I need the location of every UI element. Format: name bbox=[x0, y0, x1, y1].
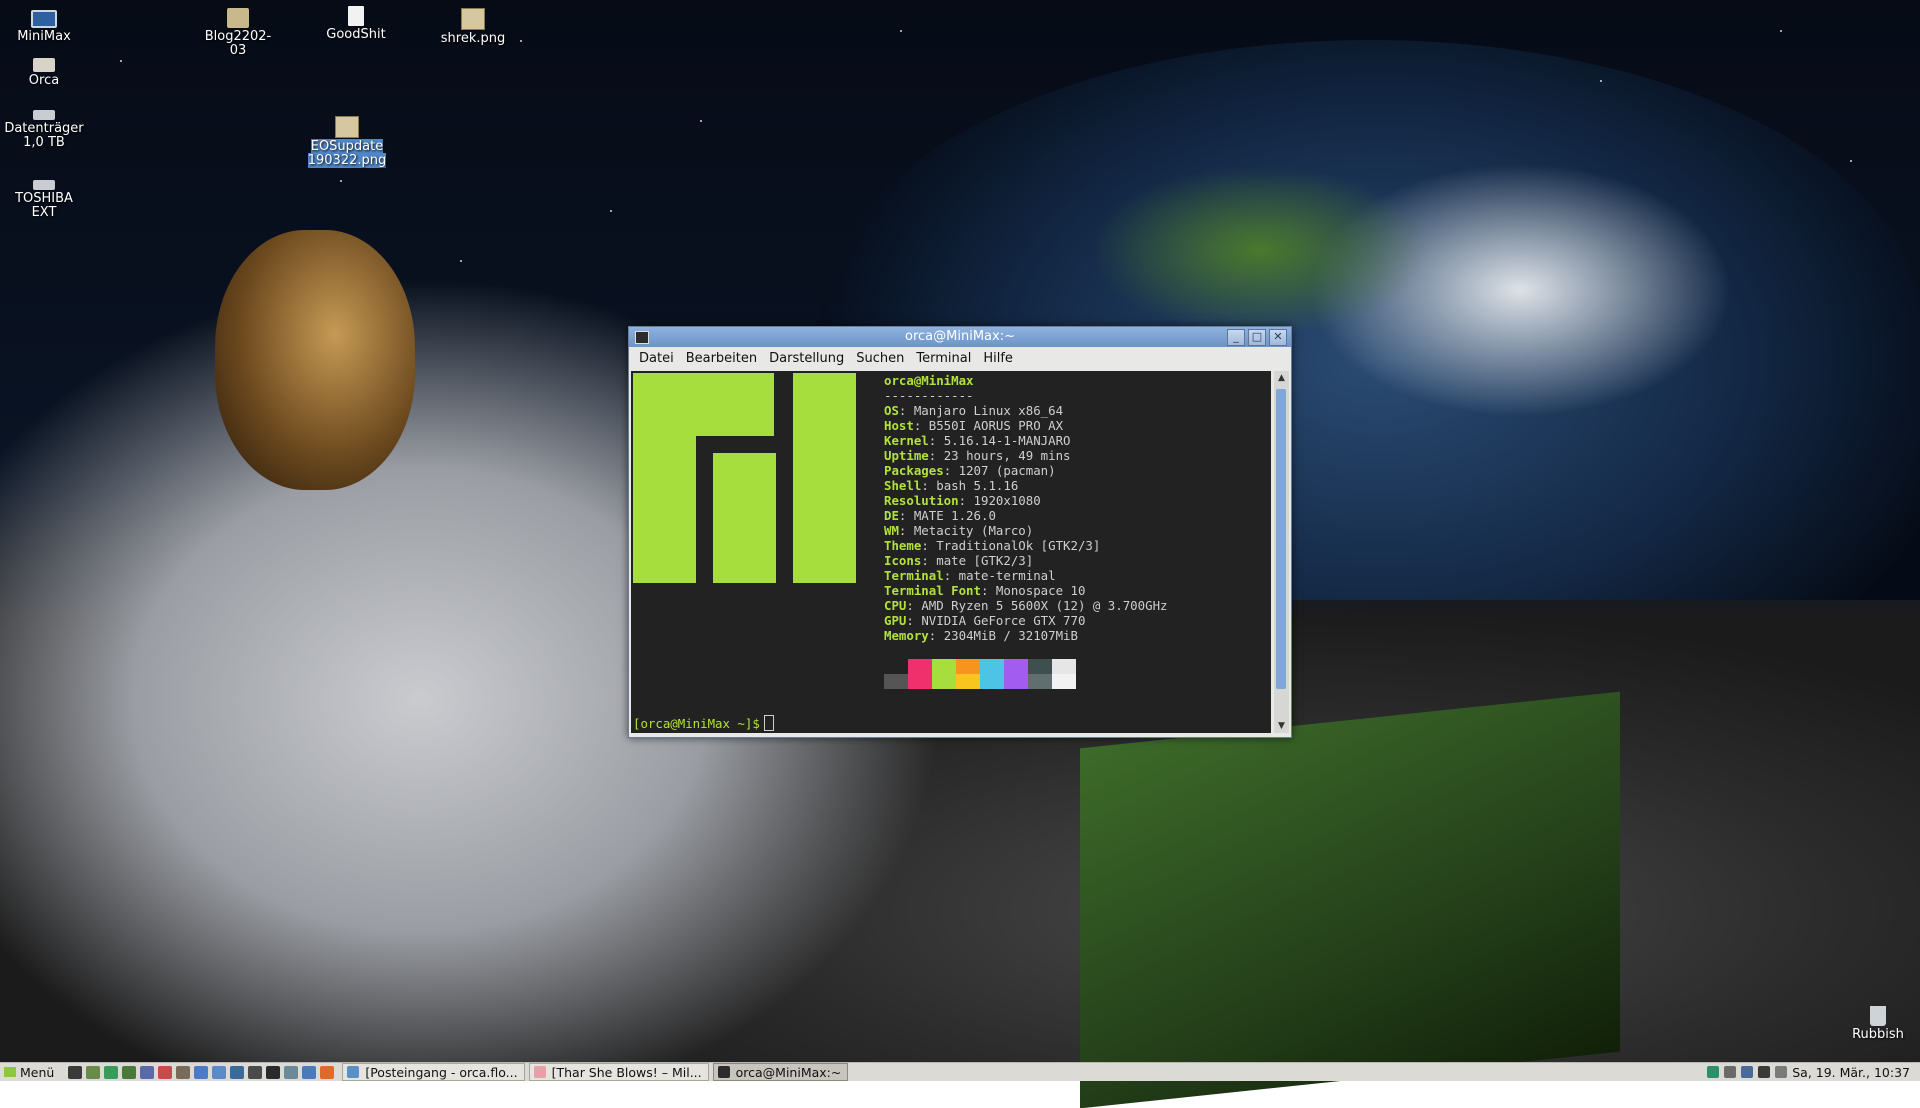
browser-icon[interactable] bbox=[104, 1065, 119, 1079]
mail-icon[interactable] bbox=[158, 1065, 173, 1079]
settings-icon[interactable] bbox=[140, 1065, 155, 1079]
color-swatch bbox=[932, 674, 956, 689]
folder-icon bbox=[227, 8, 249, 28]
scroll-down-arrow-icon[interactable]: ▼ bbox=[1274, 719, 1289, 733]
color-swatch bbox=[932, 659, 956, 674]
firefox-icon[interactable] bbox=[320, 1065, 335, 1079]
terminal-icon[interactable] bbox=[68, 1065, 83, 1079]
computer-icon bbox=[31, 10, 57, 28]
terminal-scrollbar[interactable]: ▲ ▼ bbox=[1274, 371, 1289, 733]
maximize-button[interactable]: □ bbox=[1248, 329, 1266, 346]
drive-icon bbox=[33, 180, 55, 190]
home-folder-icon bbox=[33, 58, 55, 72]
clock[interactable]: Sa, 19. Mär., 10:37 bbox=[1792, 1065, 1910, 1080]
color-swatch bbox=[980, 659, 1004, 674]
color-swatch bbox=[1052, 674, 1076, 689]
bottom-panel: Menü [Posteingang - orca.flo... [Thar Sh… bbox=[0, 1062, 1920, 1081]
clipboard-icon[interactable] bbox=[1775, 1066, 1788, 1078]
color-swatch bbox=[884, 674, 908, 689]
terminal-app-icon[interactable] bbox=[635, 331, 649, 344]
color-swatch bbox=[1004, 674, 1028, 689]
color-swatch bbox=[908, 674, 932, 689]
desktop-icon-datentraeger[interactable]: Datenträger 1,0 TB bbox=[4, 104, 84, 150]
desktop-icon-goodshit[interactable]: GoodShit bbox=[316, 6, 396, 42]
task-mail-label: [Posteingang - orca.flo... bbox=[365, 1064, 518, 1080]
system-tray: Sa, 19. Mär., 10:37 bbox=[1707, 1063, 1910, 1081]
terminal-output[interactable]: orca@MiniMax ------------ OS: Manjaro Li… bbox=[631, 371, 1271, 733]
separator-line: ------------ bbox=[884, 388, 974, 403]
task-terminal[interactable]: orca@MiniMax:~ bbox=[712, 1063, 849, 1081]
minimize-button[interactable]: _ bbox=[1227, 329, 1245, 346]
task-browser[interactable]: [Thar She Blows! – Mil... bbox=[528, 1063, 709, 1081]
calculator-icon[interactable] bbox=[122, 1065, 137, 1079]
screenshot-icon[interactable] bbox=[284, 1065, 299, 1079]
quick-launchers bbox=[60, 1065, 342, 1079]
manjaro-logo bbox=[633, 373, 861, 583]
archive-icon[interactable] bbox=[176, 1065, 191, 1079]
astronaut-helmet bbox=[215, 230, 415, 490]
task-mail[interactable]: [Posteingang - orca.flo... bbox=[342, 1063, 525, 1081]
window-titlebar[interactable]: orca@MiniMax:~ _ □ ✕ bbox=[629, 327, 1291, 347]
color-swatch bbox=[884, 659, 908, 674]
shell-prompt[interactable]: [orca@MiniMax ~]$ bbox=[633, 715, 774, 731]
steam-icon[interactable] bbox=[266, 1065, 281, 1079]
text-cursor bbox=[763, 715, 774, 731]
trash-icon bbox=[1870, 1006, 1886, 1026]
desktop-icon-minimax[interactable]: MiniMax bbox=[4, 10, 84, 44]
desktop-icon-blog[interactable]: Blog2202-03 bbox=[198, 8, 278, 58]
window-title: orca@MiniMax:~ bbox=[905, 329, 1015, 344]
user-host: orca@MiniMax bbox=[884, 373, 974, 388]
image-icon bbox=[461, 8, 485, 30]
menu-bearbeiten[interactable]: Bearbeiten bbox=[680, 351, 763, 366]
file-icon bbox=[348, 6, 364, 26]
color-swatch bbox=[956, 659, 980, 674]
scroll-up-arrow-icon[interactable]: ▲ bbox=[1274, 371, 1289, 385]
mail-icon bbox=[347, 1066, 360, 1078]
color-swatch bbox=[908, 659, 932, 674]
desktop-icon-rubbish[interactable]: Rubbish bbox=[1838, 1006, 1918, 1042]
system-info: orca@MiniMax ------------ OS: Manjaro Li… bbox=[884, 373, 1168, 643]
game-icon[interactable] bbox=[248, 1065, 263, 1079]
drive-icon bbox=[33, 110, 55, 120]
image-icon bbox=[335, 116, 359, 138]
document-icon[interactable] bbox=[194, 1065, 209, 1079]
color-swatch bbox=[980, 674, 1004, 689]
menu-terminal[interactable]: Terminal bbox=[910, 351, 977, 366]
task-terminal-label: orca@MiniMax:~ bbox=[735, 1064, 842, 1080]
desktop-icon-orca[interactable]: Orca bbox=[4, 58, 84, 88]
terminal-icon bbox=[717, 1066, 730, 1078]
desktop-icon-eosupdate[interactable]: EOSupdate190322.png bbox=[307, 116, 387, 168]
color-swatch bbox=[1028, 674, 1052, 689]
main-menu-label: Menü bbox=[20, 1064, 55, 1080]
image-viewer-icon[interactable] bbox=[212, 1065, 227, 1079]
terminal-window[interactable]: orca@MiniMax:~ _ □ ✕ Datei Bearbeiten Da… bbox=[628, 326, 1292, 738]
color-swatch bbox=[1052, 659, 1076, 674]
updates-icon[interactable] bbox=[1741, 1066, 1754, 1078]
menu-datei[interactable]: Datei bbox=[633, 351, 680, 366]
mate-logo-icon bbox=[4, 1067, 16, 1077]
network-icon[interactable] bbox=[230, 1065, 245, 1079]
text-editor-icon[interactable] bbox=[86, 1065, 101, 1079]
task-browser-label: [Thar She Blows! – Mil... bbox=[551, 1064, 702, 1080]
volume-icon[interactable] bbox=[1724, 1066, 1737, 1078]
window-menubar: Datei Bearbeiten Darstellung Suchen Term… bbox=[629, 347, 1291, 369]
network-monitor-icon[interactable] bbox=[1707, 1066, 1720, 1078]
color-swatch bbox=[956, 674, 980, 689]
browser-icon bbox=[533, 1066, 546, 1078]
menu-darstellung[interactable]: Darstellung bbox=[763, 351, 850, 366]
menu-hilfe[interactable]: Hilfe bbox=[977, 351, 1019, 366]
color-palette-top bbox=[884, 659, 1076, 674]
display-icon[interactable] bbox=[1758, 1066, 1771, 1078]
scrollbar-thumb[interactable] bbox=[1276, 389, 1286, 689]
color-palette-bottom bbox=[884, 674, 1076, 689]
desktop-icon-shrek[interactable]: shrek.png bbox=[433, 8, 513, 46]
chat-icon[interactable] bbox=[302, 1065, 317, 1079]
color-swatch bbox=[1004, 659, 1028, 674]
main-menu-button[interactable]: Menü bbox=[0, 1065, 60, 1080]
color-swatch bbox=[1028, 659, 1052, 674]
close-button[interactable]: ✕ bbox=[1269, 329, 1287, 346]
beer-cooler bbox=[1080, 691, 1620, 1108]
desktop-icon-toshiba[interactable]: TOSHIBA EXT bbox=[4, 174, 84, 220]
menu-suchen[interactable]: Suchen bbox=[850, 351, 910, 366]
